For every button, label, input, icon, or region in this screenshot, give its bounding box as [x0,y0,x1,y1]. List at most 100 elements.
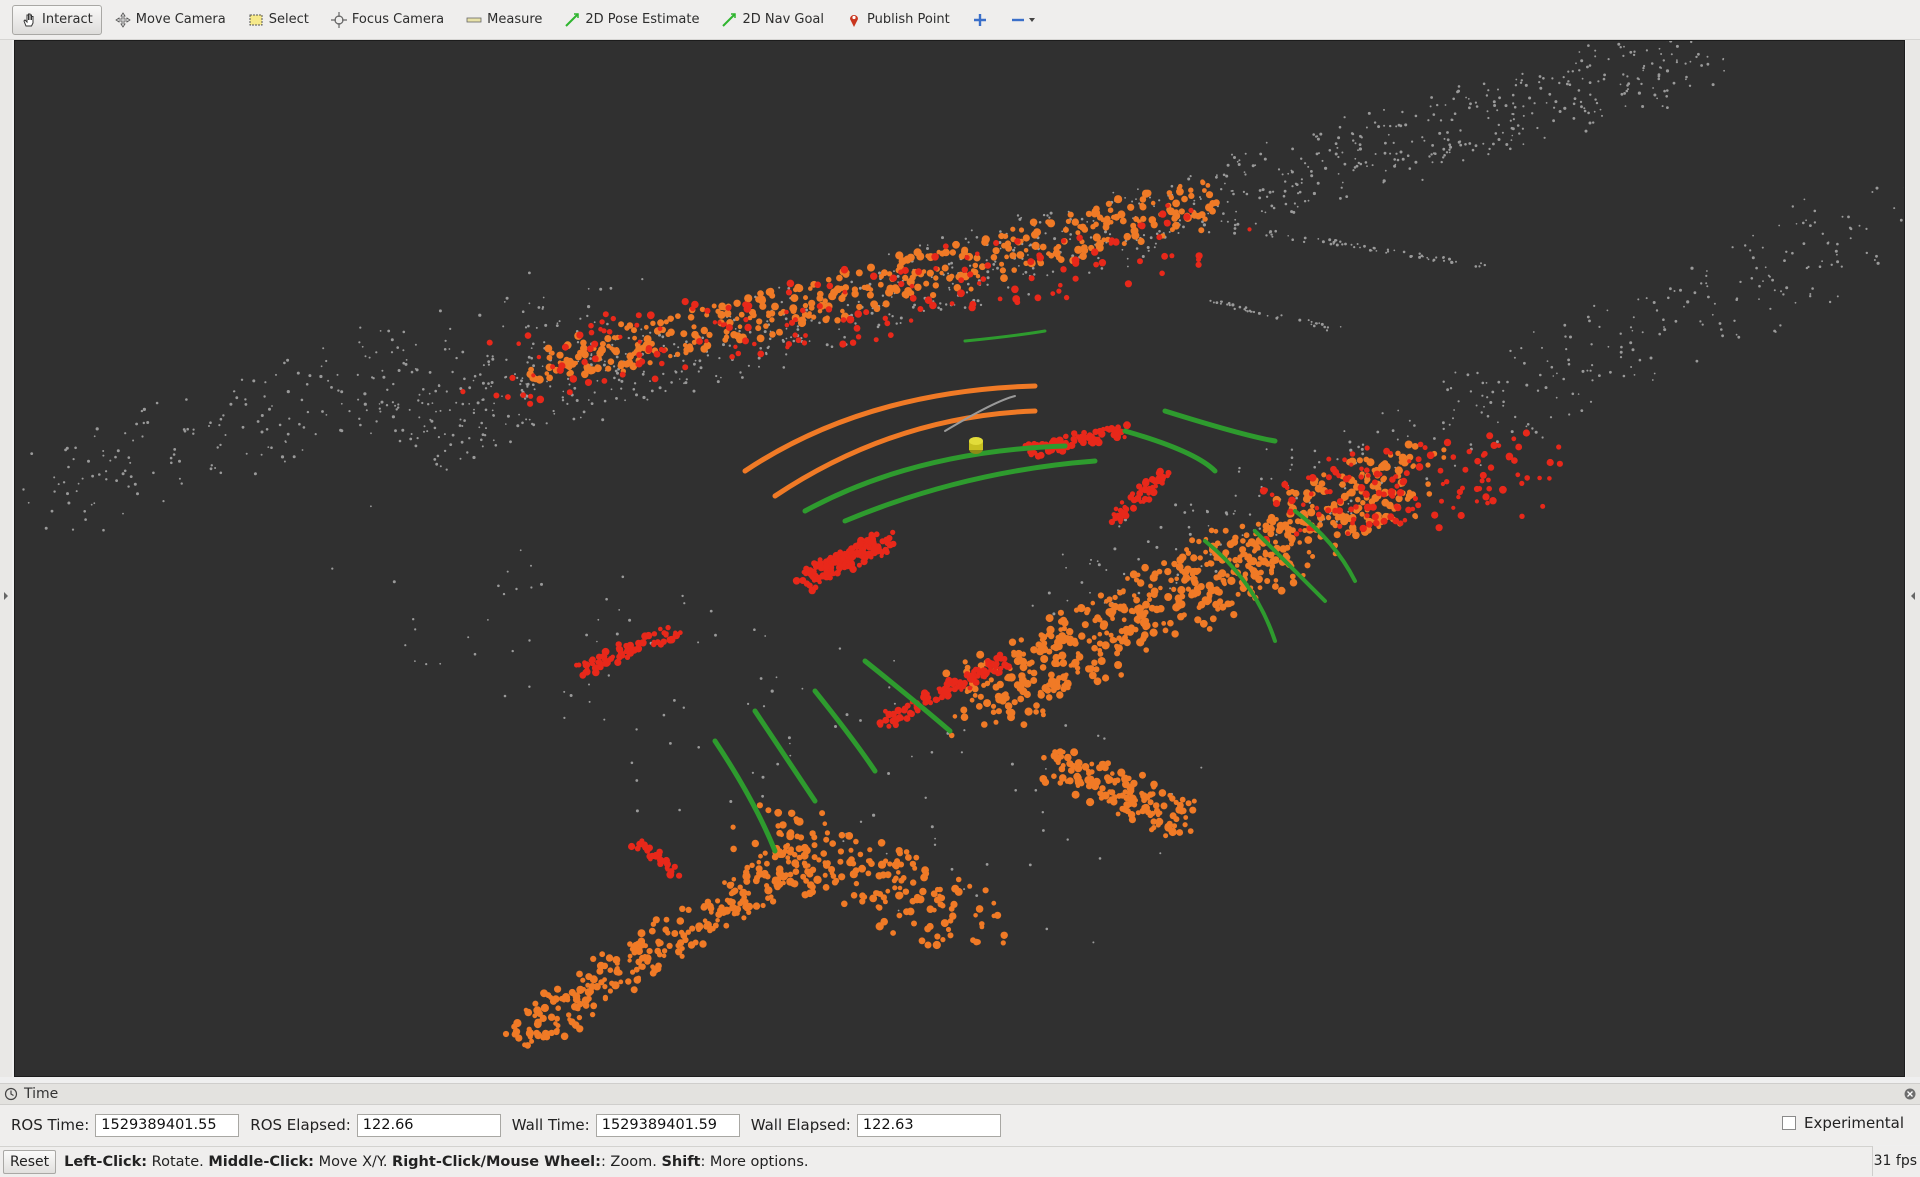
laser-point [359,327,361,329]
laser-point [961,713,969,721]
laser-point [307,411,309,413]
laser-point [466,451,468,453]
laser-point [1339,197,1342,200]
laser-point [1258,495,1260,497]
laser-point [1686,300,1689,303]
laser-point [757,335,765,343]
laser-point [379,408,381,410]
laser-point [1113,547,1116,550]
laser-point [233,390,235,392]
measure-tool-button[interactable]: Measure [457,5,551,35]
laser-point [1795,302,1797,304]
laser-point [1292,490,1299,497]
laser-point [424,425,426,427]
interact-tool-button[interactable]: Interact [12,5,102,35]
laser-point [1245,563,1251,569]
laser-point [840,556,845,561]
reset-button[interactable]: Reset [3,1150,56,1174]
laser-point [1118,672,1124,678]
publish-point-tool-button[interactable]: Publish Point [837,5,959,35]
laser-point [1090,559,1092,561]
right-dock-handle[interactable] [1906,40,1920,1077]
laser-point [784,310,789,315]
select-tool-button[interactable]: Select [239,5,318,35]
wall-time-field[interactable] [596,1114,740,1137]
laser-point [635,779,638,782]
move-camera-tool-button[interactable]: Move Camera [106,5,235,35]
laser-point [1200,198,1202,200]
laser-point [1660,67,1662,69]
laser-point [1411,141,1413,143]
laser-point [722,343,725,346]
laser-point [1520,82,1522,84]
laser-point [1247,227,1251,231]
laser-point [562,399,564,401]
laser-point [1143,486,1149,492]
laser-point [1458,512,1465,519]
add-tool-button[interactable] [963,5,997,35]
laser-point [1052,271,1054,273]
laser-point [411,371,414,374]
laser-point [446,390,448,392]
laser-point [1578,89,1581,92]
pose-estimate-tool-button[interactable]: 2D Pose Estimate [555,5,708,35]
laser-point [1637,77,1639,79]
laser-point [969,265,971,267]
laser-point [992,669,998,675]
laser-point [1127,258,1129,260]
laser-point [1465,97,1467,99]
laser-point [841,901,848,908]
laser-point [426,430,428,432]
laser-point [1164,823,1171,830]
laser-point [214,467,216,469]
laser-point [275,374,277,376]
laser-point [1362,444,1364,446]
laser-point [1104,216,1111,223]
laser-point [1642,70,1644,72]
laser-point [468,386,471,389]
experimental-toggle[interactable]: Experimental [1782,1114,1904,1132]
laser-point [527,401,533,407]
laser-point [1874,259,1876,261]
laser-point [964,306,967,309]
laser-point [468,403,470,405]
laser-point [883,858,888,863]
laser-point [1173,816,1179,822]
laser-point [615,397,618,400]
laser-point [1122,249,1124,251]
laser-point [898,910,900,912]
laser-point [186,428,189,431]
laser-point [128,456,131,459]
wall-elapsed-field[interactable] [857,1114,1001,1137]
nav-goal-tool-button[interactable]: 2D Nav Goal [712,5,833,35]
laser-point [672,864,678,870]
laser-point [764,330,767,333]
remove-tool-dropdown[interactable] [1001,5,1045,35]
ros-time-field[interactable] [95,1114,239,1137]
close-icon[interactable] [1904,1088,1916,1100]
laser-point [459,424,462,427]
render-viewport[interactable] [14,40,1905,1077]
laser-point [743,317,748,322]
laser-point [646,399,648,401]
laser-point [991,709,997,715]
laser-point [881,894,887,900]
laser-point [1210,615,1217,622]
laser-point [412,618,414,620]
laser-point [28,502,30,504]
experimental-checkbox[interactable] [1782,1116,1796,1130]
laser-point [1120,212,1125,217]
laser-point [887,772,890,775]
laser-point [1459,144,1462,147]
laser-point [986,270,989,273]
laser-point [898,862,904,868]
laser-point [1134,577,1139,582]
laser-point [1778,225,1780,227]
laser-point [252,379,255,382]
left-dock-handle[interactable] [0,40,12,1077]
laser-point [890,275,897,282]
laser-point [948,932,954,938]
focus-camera-tool-button[interactable]: Focus Camera [322,5,453,35]
laser-point [1809,293,1811,295]
ros-elapsed-field[interactable] [357,1114,501,1137]
